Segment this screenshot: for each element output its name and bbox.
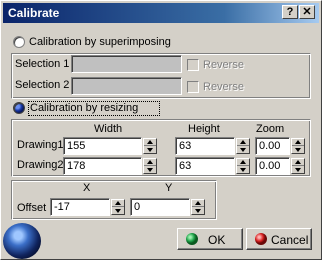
ok-label: OK [208, 233, 226, 247]
drawing2-height-spinner[interactable] [236, 158, 250, 174]
drawing1-label: Drawing1 [17, 139, 64, 151]
calibrate-dialog: Calibrate ? ✕ Calibration by superimposi… [0, 0, 322, 260]
red-ball-icon [255, 233, 267, 245]
superimpose-label[interactable]: Calibration by superimposing [29, 36, 171, 48]
offset-x-input[interactable]: -17 [50, 198, 110, 216]
offset-y-spinner[interactable] [191, 199, 205, 215]
offset-x-header: X [83, 182, 91, 194]
reverse1-label: Reverse [203, 59, 244, 71]
offset-y-input[interactable]: 0 [130, 198, 190, 216]
cancel-label: Cancel [271, 233, 309, 247]
drawing1-zoom-spinner[interactable] [291, 138, 305, 154]
cancel-button[interactable]: Cancel [246, 228, 312, 250]
title-bar: Calibrate ? ✕ [3, 3, 319, 23]
drawing1-zoom-input[interactable]: 0.00 [255, 137, 290, 155]
selection1-field [71, 55, 182, 73]
drawing2-zoom-input[interactable]: 0.00 [255, 157, 290, 175]
drawing1-height-spinner[interactable] [236, 138, 250, 154]
ok-button[interactable]: OK [177, 228, 243, 250]
reverse1-checkbox[interactable] [187, 59, 199, 71]
offset-x-spinner[interactable] [111, 199, 125, 215]
resize-label[interactable]: Calibration by resizing [30, 102, 138, 114]
drawing2-width-spinner[interactable] [143, 158, 157, 174]
height-header: Height [188, 123, 220, 135]
window-title: Calibrate [8, 6, 60, 20]
drawing2-height-input[interactable]: 63 [175, 157, 235, 175]
zoom-header: Zoom [256, 123, 285, 135]
selection2-field [71, 77, 182, 95]
reverse2-label: Reverse [203, 81, 244, 93]
drawing1-height-input[interactable]: 63 [175, 137, 235, 155]
drawing2-width-input[interactable]: 178 [63, 157, 142, 175]
drawing1-width-spinner[interactable] [143, 138, 157, 154]
offset-y-header: Y [165, 182, 173, 194]
drawing1-width-input[interactable]: 155 [63, 137, 142, 155]
globe-icon [3, 223, 41, 259]
offset-label: Offset [17, 202, 47, 214]
selection2-label: Selection 2 [15, 79, 70, 91]
reverse2-checkbox[interactable] [187, 81, 199, 93]
drawing2-label: Drawing2 [17, 159, 64, 171]
width-header: Width [94, 123, 123, 135]
green-ball-icon [186, 233, 198, 245]
help-button[interactable]: ? [282, 5, 298, 19]
drawing2-zoom-spinner[interactable] [291, 158, 305, 174]
resize-radio[interactable] [13, 102, 25, 114]
selection1-label: Selection 1 [15, 58, 70, 70]
close-button[interactable]: ✕ [299, 5, 315, 19]
superimpose-radio[interactable] [13, 36, 25, 48]
